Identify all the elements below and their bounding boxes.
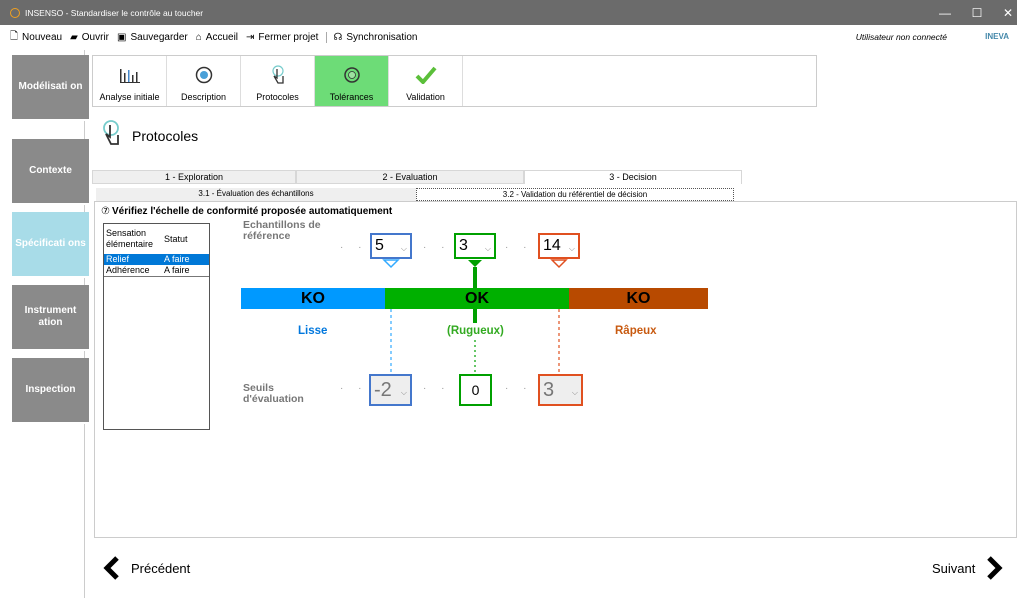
zone-ko-right: KO (569, 288, 708, 309)
chevron-down-icon: ⌵ (571, 388, 578, 397)
zone-ko-left: KO (241, 288, 385, 309)
dots: · · (423, 383, 451, 394)
next-button[interactable]: Suivant (932, 556, 1003, 580)
zone-ok: OK (385, 288, 569, 309)
previous-button[interactable]: Précédent (103, 556, 190, 580)
zone-label-lisse: Lisse (298, 325, 328, 337)
seuil-left-combo[interactable]: -2 ⌵ (369, 374, 412, 406)
seuil-mid-field[interactable]: 0 (459, 374, 492, 406)
zone-label-rapeux: Râpeux (615, 325, 657, 337)
chevron-right-icon (987, 556, 1003, 580)
seuils-label: Seuils d'évaluation (243, 382, 304, 405)
chevron-left-icon (103, 556, 119, 580)
chevron-down-icon: ⌵ (400, 388, 407, 397)
seuil-right-combo[interactable]: 3 ⌵ (538, 374, 583, 406)
zone-label-rugueux: (Rugueux) (447, 325, 504, 337)
